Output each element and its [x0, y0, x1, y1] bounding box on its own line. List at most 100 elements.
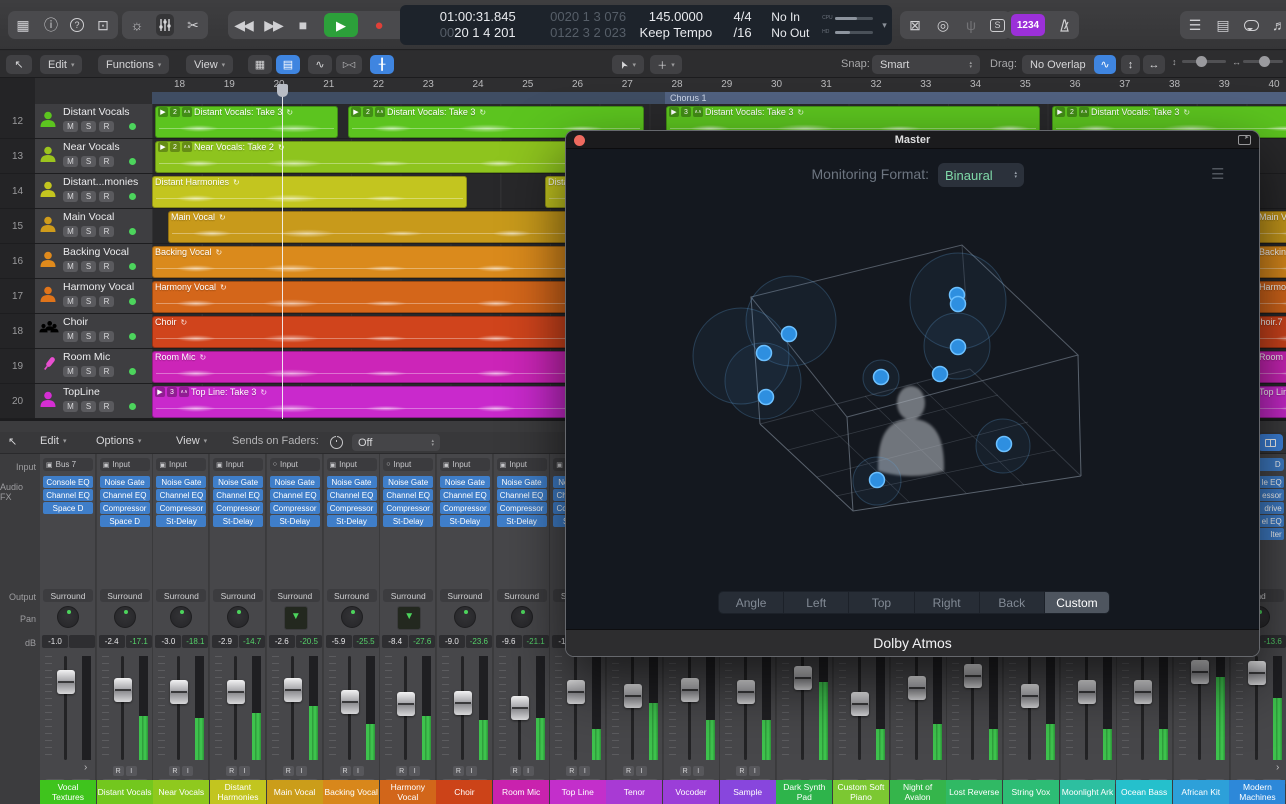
strip-name-label[interactable]: String Vox	[1002, 780, 1059, 804]
audio-fx-slot[interactable]: Noise Gate	[269, 476, 320, 488]
region-harmony-vocal[interactable]: Harmony Vocal↻	[1256, 280, 1286, 313]
dim-icon[interactable]: ☼	[128, 14, 146, 36]
audio-fx-slot[interactable]: Channel EQ	[269, 489, 320, 501]
input-monitor-dot[interactable]	[129, 123, 136, 130]
s-button[interactable]: S	[81, 191, 96, 202]
power-icon[interactable]	[330, 434, 343, 449]
r-button[interactable]: R	[99, 261, 114, 272]
secondary-tool-menu[interactable]: ＋ ▾	[650, 55, 682, 74]
record-button[interactable]: ●	[370, 14, 388, 36]
speaker-object[interactable]	[868, 471, 886, 489]
fader-cap[interactable]	[1020, 684, 1039, 708]
record-enable-button[interactable]: R	[509, 766, 521, 776]
record-enable-button[interactable]: R	[339, 766, 351, 776]
r-button[interactable]: R	[99, 121, 114, 132]
record-enable-button[interactable]: R	[226, 766, 238, 776]
s-button[interactable]: S	[81, 401, 96, 412]
audio-fx-slot[interactable]: Compressor	[213, 502, 264, 514]
expand-right-icon[interactable]: ›	[1276, 762, 1279, 773]
s-button[interactable]: S	[81, 156, 96, 167]
tools-icon[interactable]: ✂	[184, 14, 202, 36]
r-button[interactable]: R	[99, 156, 114, 167]
input-monitor-dot[interactable]	[129, 263, 136, 270]
fader-cap[interactable]	[680, 678, 699, 703]
input-monitor-dot[interactable]	[129, 403, 136, 410]
take-play-icon[interactable]: ▶	[158, 107, 168, 117]
input-slot[interactable]: ▣Input	[326, 458, 377, 471]
m-button[interactable]: M	[63, 156, 78, 167]
strip-name-label[interactable]: Harmony Vocal	[379, 780, 436, 804]
tuning-fork-icon[interactable]: ψ	[962, 14, 980, 36]
fader-cap[interactable]	[227, 680, 246, 704]
strip-name-label[interactable]: Room Mic	[493, 780, 550, 804]
take-play-icon[interactable]: ▶	[669, 107, 679, 117]
speaker-object[interactable]	[872, 368, 890, 386]
region-distant-harmonies[interactable]: Distant Harmonies↻	[152, 175, 467, 208]
region-distant-vocals-take-3[interactable]: ▶ 2 ∧∧ Distant Vocals: Take 3 ↻	[155, 105, 338, 138]
audio-fx-slot[interactable]: Console EQ	[43, 476, 93, 488]
view-button-angle[interactable]: Angle	[719, 592, 785, 613]
input-slot[interactable]: ▣Input	[496, 458, 547, 471]
track-header-topline[interactable]: TopLine M S R	[35, 384, 152, 419]
input-monitor-button[interactable]: I	[636, 766, 647, 776]
strip-name-label[interactable]: Vocoder	[663, 780, 719, 804]
input-slot[interactable]: ○ Input	[383, 458, 434, 471]
audio-fx-slot[interactable]: Noise Gate	[99, 476, 150, 488]
fader-cap[interactable]	[397, 692, 416, 716]
audio-fx-slot[interactable]: St-Delay	[496, 515, 547, 527]
fader-cap[interactable]	[453, 691, 472, 716]
output-slot[interactable]: Surround	[496, 589, 547, 602]
snap-select[interactable]: Smart ▴ ▾	[872, 55, 980, 74]
expand-left-icon[interactable]: ›	[84, 762, 87, 773]
strip-name-label[interactable]: Choir	[436, 780, 493, 804]
mixer-view-menu[interactable]: View ▾	[176, 435, 207, 447]
input-monitor-button[interactable]: I	[352, 766, 364, 776]
strip-name-label[interactable]: Modern Machines	[1229, 780, 1286, 804]
surround-pan-pad[interactable]: ▼	[397, 606, 422, 630]
strip-name-label[interactable]: Near Vocals	[153, 780, 210, 804]
fader-cap[interactable]	[1077, 680, 1096, 704]
atmos-3d-room[interactable]	[566, 171, 1260, 586]
audio-fx-slot[interactable]: Compressor	[439, 502, 490, 514]
undo-button[interactable]: ↖	[6, 55, 32, 74]
media-browser-icon[interactable]: ▦	[14, 14, 32, 36]
lcd-chevron-icon[interactable]: ▾	[877, 5, 892, 45]
m-button[interactable]: M	[63, 261, 78, 272]
window-title-bar[interactable]: Master	[566, 131, 1259, 149]
pointer-tool-menu[interactable]: ➤ ▾	[612, 55, 644, 74]
grid-view-icon[interactable]: ▦	[248, 55, 272, 74]
strip-name-label[interactable]: Distant Vocals	[96, 780, 153, 804]
audio-fx-slot[interactable]: Noise Gate	[383, 476, 434, 488]
r-button[interactable]: R	[99, 191, 114, 202]
s-button[interactable]: S	[81, 226, 96, 237]
playhead[interactable]	[282, 85, 283, 419]
vertical-zoom-slider[interactable]	[1182, 56, 1226, 67]
channel-strip-3[interactable]: ▣ Input Noise Gate Channel EQ Compressor St-D…	[153, 454, 210, 784]
count-in-button[interactable]: 1234	[1011, 14, 1045, 36]
track-header-choir[interactable]: Choir M S R	[35, 314, 152, 349]
input-monitor-dot[interactable]	[129, 228, 136, 235]
take-play-icon[interactable]: ▶	[158, 142, 168, 152]
input-slot[interactable]: ▣ Bus 7	[43, 458, 93, 471]
input-monitor-dot[interactable]	[129, 333, 136, 340]
speaker-object[interactable]	[780, 325, 798, 343]
pan-knob[interactable]	[170, 606, 193, 628]
track-header-distant-monies[interactable]: Distant...monies M S R	[35, 174, 152, 209]
cycle-marker-strip[interactable]: Chorus 1	[152, 92, 1286, 104]
input-monitor-button[interactable]: I	[295, 766, 307, 776]
record-enable-button[interactable]: R	[282, 766, 294, 776]
output-slot[interactable]: Surround	[99, 589, 150, 602]
fader-cap[interactable]	[1191, 660, 1209, 684]
input-monitor-dot[interactable]	[129, 158, 136, 165]
m-button[interactable]: M	[63, 226, 78, 237]
track-view-icon[interactable]: ▤	[276, 55, 300, 74]
fader-cap[interactable]	[964, 664, 983, 688]
track-header-harmony-vocal[interactable]: Harmony Vocal M S R	[35, 279, 152, 314]
r-button[interactable]: R	[99, 226, 114, 237]
pan-knob[interactable]	[113, 606, 136, 628]
audio-fx-slot[interactable]: Channel EQ	[99, 489, 150, 501]
pan-knob[interactable]	[227, 606, 250, 628]
functions-menu[interactable]: Functions ▾	[98, 55, 170, 74]
speaker-object[interactable]	[757, 388, 775, 406]
marker-chorus-1[interactable]: Chorus 1	[665, 92, 1286, 104]
